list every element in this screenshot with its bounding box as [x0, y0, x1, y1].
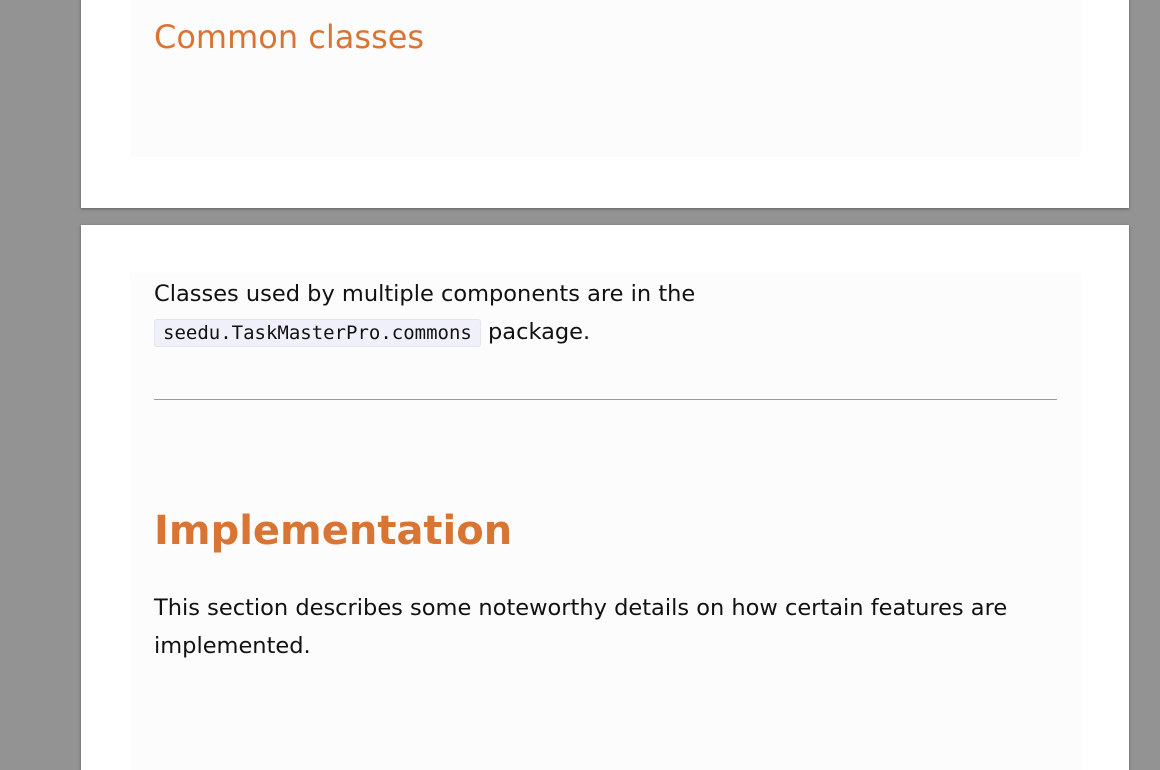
- common-classes-paragraph: Classes used by multiple components are …: [154, 275, 695, 352]
- paragraph-text: implemented.: [154, 633, 311, 659]
- paragraph-text: This section describes some noteworthy d…: [154, 595, 1008, 621]
- implementation-heading: Implementation: [154, 508, 513, 554]
- horizontal-rule: [154, 399, 1057, 400]
- commons-package-code: seedu.TaskMasterPro.commons: [154, 319, 481, 347]
- common-classes-heading: Common classes: [154, 18, 425, 56]
- paragraph-text: package.: [488, 319, 591, 345]
- page-content: Classes used by multiple components are …: [130, 273, 1081, 770]
- implementation-paragraph: This section describes some noteworthy d…: [154, 589, 1007, 665]
- document-viewer[interactable]: Common classes Classes used by multiple …: [0, 0, 1160, 770]
- page-2: Classes used by multiple components are …: [81, 225, 1129, 770]
- page-content: Common classes: [130, 0, 1081, 157]
- page-1: Common classes: [81, 0, 1129, 208]
- paragraph-text: Classes used by multiple components are …: [154, 281, 696, 307]
